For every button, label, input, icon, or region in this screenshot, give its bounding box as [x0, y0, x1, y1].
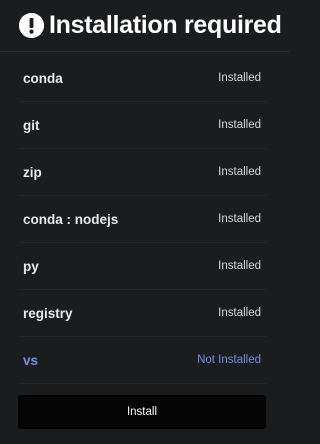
dependency-name: conda: [23, 70, 63, 86]
install-button[interactable]: Install: [18, 395, 266, 429]
dependency-row-conda: conda Installed: [19, 55, 267, 102]
dialog-header: Installation required: [0, 0, 290, 52]
dependency-status: Installed: [218, 307, 261, 319]
dependency-name: registry: [23, 305, 73, 321]
dependency-name: git: [23, 117, 40, 133]
dialog-title: Installation required: [49, 11, 282, 39]
dependency-row-vs: vs Not Installed: [19, 337, 267, 384]
dependency-list: conda Installed git Installed zip Instal…: [19, 55, 267, 384]
dependency-name: py: [23, 258, 39, 274]
dependency-row-zip: zip Installed: [19, 149, 267, 196]
dependency-status: Installed: [218, 72, 261, 84]
dependency-status-not-installed: Not Installed: [197, 354, 261, 366]
dependency-name: zip: [23, 164, 42, 180]
installation-dialog: Installation required conda Installed gi…: [0, 0, 290, 444]
dependency-row-git: git Installed: [19, 102, 267, 149]
dependency-row-registry: registry Installed: [19, 290, 267, 337]
exclamation-circle-icon: [19, 13, 44, 38]
dependency-status: Installed: [218, 166, 261, 178]
dependency-status: Installed: [218, 260, 261, 272]
dependency-status: Installed: [218, 119, 261, 131]
dependency-status: Installed: [218, 213, 261, 225]
dependency-name: conda : nodejs: [23, 211, 119, 227]
dependency-row-py: py Installed: [19, 243, 267, 290]
dependency-row-conda-nodejs: conda : nodejs Installed: [19, 196, 267, 243]
dependency-name: vs: [23, 352, 39, 368]
